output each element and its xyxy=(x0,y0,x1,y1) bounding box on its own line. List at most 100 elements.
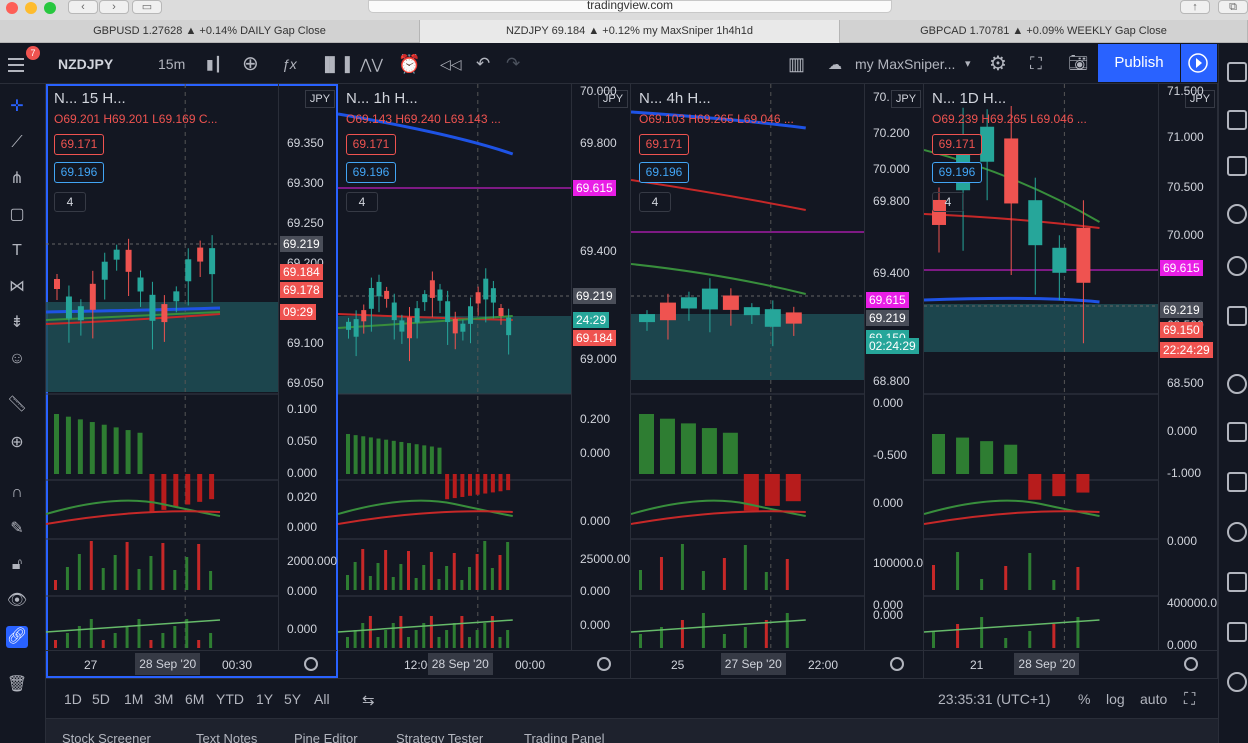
browser-tab-gbpcad[interactable]: GBPCAD 1.70781 ▲ +0.09% WEEKLY Gap Close xyxy=(840,20,1248,43)
rectangle-icon[interactable]: ▢ xyxy=(6,204,28,226)
camera-icon[interactable]: 📷︎ xyxy=(1068,44,1088,84)
help-icon[interactable] xyxy=(1227,522,1247,542)
forward-button[interactable]: › xyxy=(99,0,129,14)
bell-icon[interactable] xyxy=(1227,572,1247,592)
emoji-icon[interactable]: ☺ xyxy=(6,348,28,370)
alerts-icon[interactable] xyxy=(1227,110,1247,130)
chart-pane-3[interactable]: N... 4h H... O69.103 H69.265 L69.046 ... 6… xyxy=(631,84,924,678)
tab-pine-editor[interactable]: Pine Editor xyxy=(294,731,358,743)
price-axis[interactable]: JPY 69.350 69.300 69.250 69.200 69.100 69.050 6… xyxy=(278,84,337,650)
currency-label[interactable]: JPY xyxy=(891,90,921,108)
chat-icon[interactable] xyxy=(1227,422,1247,442)
indicators-collapse-button[interactable]: 4 xyxy=(932,192,964,212)
tab-text-notes[interactable]: Text Notes xyxy=(196,731,257,743)
zoom-window-icon[interactable] xyxy=(44,2,56,14)
sidebar-button[interactable]: ▭ xyxy=(132,0,162,14)
play-button[interactable] xyxy=(1181,44,1217,82)
layout-name-button[interactable]: my MaxSniper... xyxy=(855,44,955,84)
time-axis[interactable]: 12:00 28 Sep '20 00:00 xyxy=(338,650,630,678)
url-bar[interactable]: tradingview.com xyxy=(368,0,892,13)
currency-label[interactable]: JPY xyxy=(305,90,335,108)
chevron-down-icon[interactable]: ▾ xyxy=(965,44,971,84)
lock-icon[interactable]: 🔓︎ xyxy=(6,554,28,576)
indicators-fx-icon[interactable]: ƒx xyxy=(282,44,297,84)
tab-strategy-tester[interactable]: Strategy Tester xyxy=(396,731,483,743)
tab-trading-panel[interactable]: Trading Panel xyxy=(524,731,604,743)
text-icon[interactable]: T xyxy=(6,240,28,262)
back-button[interactable]: ‹ xyxy=(68,0,98,14)
percent-toggle[interactable]: % xyxy=(1078,691,1090,707)
range-5d[interactable]: 5D xyxy=(92,691,110,707)
streams-icon[interactable] xyxy=(1227,374,1247,394)
watchlist-icon[interactable] xyxy=(1227,62,1247,82)
cloud-icon[interactable]: ☁ xyxy=(828,44,842,84)
magnet-icon[interactable]: ∩ xyxy=(6,482,28,504)
goto-date-icon[interactable]: ⇆ xyxy=(362,691,375,709)
hotlist-icon[interactable] xyxy=(1227,204,1247,224)
range-ytd[interactable]: YTD xyxy=(216,691,244,707)
trash-icon[interactable]: 🗑︎ xyxy=(6,674,28,696)
indicators-collapse-button[interactable]: 4 xyxy=(54,192,86,212)
symbol-search-button[interactable]: NZDJPY xyxy=(58,44,113,84)
crosshair-icon[interactable]: ✛ xyxy=(6,96,28,118)
settings-gear-icon[interactable]: ⚙ xyxy=(989,44,1007,84)
share-button[interactable]: ↑ xyxy=(1180,0,1210,14)
stay-drawing-icon[interactable]: ✎ xyxy=(6,518,28,540)
pitchfork-icon[interactable]: ⋔ xyxy=(6,168,28,190)
replay-icon[interactable]: ◁◁ xyxy=(440,44,462,84)
range-3m[interactable]: 3M xyxy=(154,691,173,707)
range-1d[interactable]: 1D xyxy=(64,691,82,707)
axis-settings-gear-icon[interactable] xyxy=(304,657,318,671)
chart-pane-4[interactable]: N... 1D H... O69.239 H69.265 L69.046 ... 6… xyxy=(924,84,1218,678)
minimize-window-icon[interactable] xyxy=(25,2,37,14)
browser-tab-nzdjpy[interactable]: NZDJPY 69.184 ▲ +0.12% my MaxSniper 1h4h… xyxy=(420,20,840,43)
undo-icon[interactable]: ↶ xyxy=(476,44,490,84)
clock-timezone[interactable]: 23:35:31 (UTC+1) xyxy=(938,691,1050,707)
auto-toggle[interactable]: auto xyxy=(1140,691,1167,707)
range-6m[interactable]: 6M xyxy=(185,691,204,707)
time-axis[interactable]: 27 28 Sep '20 00:30 xyxy=(46,650,337,678)
prediction-icon[interactable]: ⇟ xyxy=(6,312,28,334)
log-toggle[interactable]: log xyxy=(1106,691,1125,707)
fullscreen-icon[interactable]: ⛶ xyxy=(1030,44,1042,84)
redo-icon[interactable]: ↷ xyxy=(506,44,520,84)
axis-settings-gear-icon[interactable] xyxy=(1184,657,1198,671)
chart-pane-1[interactable]: N... 15 H... O69.201 H69.201 L69.169 C...… xyxy=(46,84,338,678)
notifications-icon[interactable] xyxy=(1227,472,1247,492)
axis-settings-gear-icon[interactable] xyxy=(890,657,904,671)
price-axis[interactable]: JPY 70.000 69.800 69.400 69.000 69.615 69.219 2… xyxy=(571,84,630,650)
financials-icon[interactable]: ▐▌▐ xyxy=(320,44,350,84)
publish-button[interactable]: Publish xyxy=(1098,44,1180,82)
ideas-icon[interactable] xyxy=(1227,306,1247,326)
sync-link-icon[interactable]: 🔗︎ xyxy=(6,626,28,648)
ruler-icon[interactable]: 📏︎ xyxy=(6,394,28,416)
interval-button[interactable]: 15m xyxy=(158,44,185,84)
chart-pane-2[interactable]: N... 1h H... O69.143 H69.240 L69.143 ... 6… xyxy=(338,84,631,678)
calendar-icon[interactable] xyxy=(1227,256,1247,276)
range-5y[interactable]: 5Y xyxy=(284,691,301,707)
indicators-collapse-button[interactable]: 4 xyxy=(639,192,671,212)
time-axis[interactable]: 25 27 Sep '20 22:00 xyxy=(631,650,923,678)
tab-stock-screener[interactable]: Stock Screener xyxy=(62,731,151,743)
compare-add-icon[interactable]: ⊕ xyxy=(242,44,259,84)
fullscreen-corner-icon[interactable]: ⛶ xyxy=(1184,691,1195,709)
price-axis[interactable]: JPY 70. 70.200 70.000 69.800 69.400 68.800 69.6… xyxy=(864,84,923,650)
range-1y[interactable]: 1Y xyxy=(256,691,273,707)
quote-icon[interactable] xyxy=(1227,622,1247,642)
data-window-icon[interactable] xyxy=(1227,156,1247,176)
time-axis[interactable]: 21 28 Sep '20 xyxy=(924,650,1217,678)
range-1m[interactable]: 1M xyxy=(124,691,143,707)
templates-icon[interactable]: ⋀⋁ xyxy=(360,44,383,84)
trendline-icon[interactable]: ⟋ xyxy=(6,132,28,154)
bar-style-icon[interactable]: ▮┃ xyxy=(206,44,222,84)
layout-select-icon[interactable]: ▥ xyxy=(788,44,805,84)
profile-icon[interactable] xyxy=(1227,672,1247,692)
axis-settings-gear-icon[interactable] xyxy=(597,657,611,671)
pattern-icon[interactable]: ⋈ xyxy=(6,276,28,298)
zoom-in-icon[interactable]: ⊕ xyxy=(6,432,28,454)
range-all[interactable]: All xyxy=(314,691,330,707)
browser-tab-gbpusd[interactable]: GBPUSD 1.27628 ▲ +0.14% DAILY Gap Close xyxy=(0,20,420,43)
indicators-collapse-button[interactable]: 4 xyxy=(346,192,378,212)
eye-icon[interactable]: 👁︎ xyxy=(6,590,28,612)
price-axis[interactable]: JPY71.50071.00070.50070.00069.50068.5006… xyxy=(1158,84,1217,652)
